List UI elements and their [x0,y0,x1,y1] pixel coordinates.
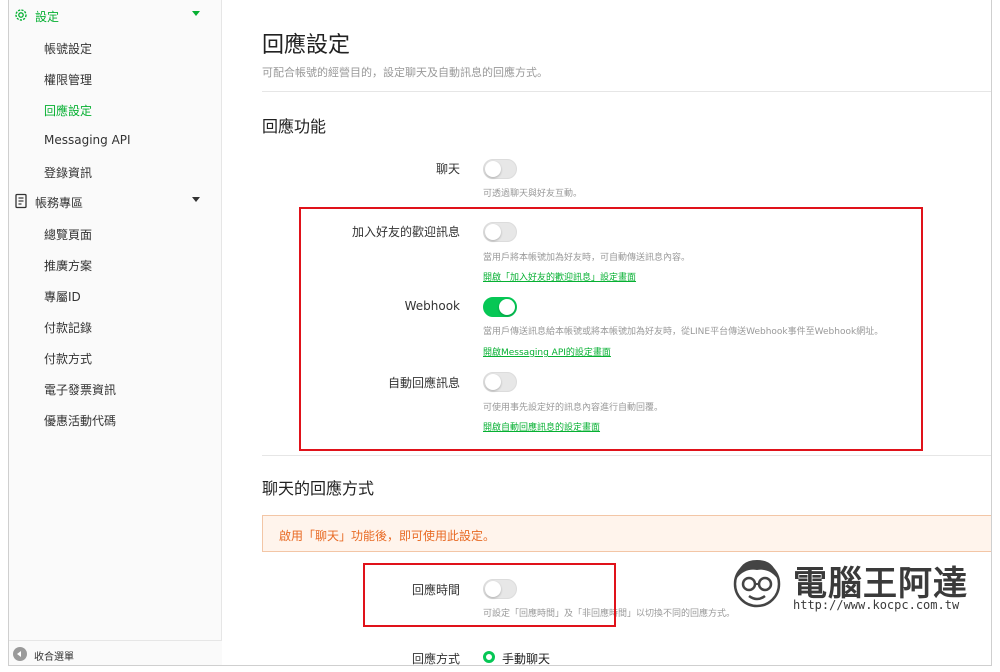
sidebar-item-e-invoice[interactable]: 電子發票資訊 [44,381,116,398]
sidebar-section-label: 設定 [35,10,60,24]
section-title-features: 回應功能 [262,117,327,136]
response-time-toggle[interactable] [483,579,517,599]
sidebar-item-registration-info[interactable]: 登錄資訊 [44,164,92,181]
chevron-down-icon [192,197,200,202]
feature-help-webhook: 當用戶傳送訊息給本帳號或將本帳號加為好友時，從LINE平台傳送Webhook事件… [483,327,884,337]
sidebar-item-account-settings[interactable]: 帳號設定 [44,40,92,57]
messaging-api-settings-link[interactable]: 開啟Messaging API的設定畫面 [483,345,611,358]
sidebar-item-premium-id[interactable]: 專屬ID [44,288,81,305]
sidebar-section-settings[interactable]: 設定 [9,4,222,28]
gear-icon [15,9,27,21]
collapse-menu-label: 收合選單 [34,652,74,663]
watermark-url: http://www.kocpc.com.tw [793,598,960,612]
divider [262,91,991,92]
sidebar-item-plans[interactable]: 推廣方案 [44,257,92,274]
sidebar-section-billing[interactable]: 帳務專區 [9,190,222,214]
welcome-settings-link[interactable]: 開啟「加入好友的歡迎訊息」設定畫面 [483,270,636,283]
watermark: 電腦王阿達 http://www.kocpc.com.tw [727,548,989,620]
app-frame: 設定 帳號設定 權限管理 回應設定 Messaging API 登錄資訊 帳務專… [8,0,992,666]
response-time-label: 回應時間 [411,583,460,597]
manual-chat-label: 手動聊天 [502,652,551,666]
chat-toggle[interactable] [483,159,517,179]
response-mode-label: 回應方式 [411,652,460,666]
webhook-toggle[interactable] [483,297,517,317]
collapse-icon [13,647,27,661]
sidebar-item-payment-methods[interactable]: 付款方式 [44,350,92,367]
feature-label-auto-reply: 自動回應訊息 [387,376,460,390]
sidebar-section-label: 帳務專區 [35,196,84,210]
welcome-message-toggle[interactable] [483,222,517,242]
sidebar-item-permissions[interactable]: 權限管理 [44,71,92,88]
sidebar: 設定 帳號設定 權限管理 回應設定 Messaging API 登錄資訊 帳務專… [9,0,222,665]
warning-text: 啟用「聊天」功能後，即可使用此設定。 [279,529,496,543]
receipt-icon [15,193,27,209]
sidebar-item-response-settings[interactable]: 回應設定 [44,102,92,119]
sidebar-item-coupon-code[interactable]: 優惠活動代碼 [44,412,116,429]
auto-reply-settings-link[interactable]: 開啟自動回應訊息的設定畫面 [483,420,600,433]
sidebar-item-messaging-api[interactable]: Messaging API [44,133,131,147]
sidebar-item-payment-history[interactable]: 付款記錄 [44,319,92,336]
divider [262,455,991,456]
feature-label-welcome: 加入好友的歡迎訊息 [351,225,460,239]
section-title-chat-response: 聊天的回應方式 [262,479,375,498]
mascot-face-icon [733,560,781,608]
feature-help-auto-reply: 可使用事先設定好的訊息內容進行自動回覆。 [483,403,664,413]
manual-chat-radio[interactable] [483,651,495,663]
warning-banner: 啟用「聊天」功能後，即可使用此設定。 [262,515,991,552]
feature-label-chat: 聊天 [435,162,460,176]
feature-help-chat: 可透過聊天與好友互動。 [483,189,583,199]
feature-label-webhook: Webhook [404,299,460,313]
page-title: 回應設定 [262,33,351,58]
collapse-menu-button[interactable]: 收合選單 [9,640,222,665]
chevron-down-icon [192,11,200,16]
auto-reply-toggle[interactable] [483,372,517,392]
page-description: 可配合帳號的經營目的，設定聊天及自動訊息的回應方式。 [262,66,548,79]
feature-help-welcome: 當用戶將本帳號加為好友時，可自動傳送訊息內容。 [483,253,691,263]
sidebar-item-overview[interactable]: 總覽頁面 [44,226,92,243]
response-time-help: 可設定「回應時間」及「非回應時間」以切換不同的回應方式。 [483,609,736,619]
